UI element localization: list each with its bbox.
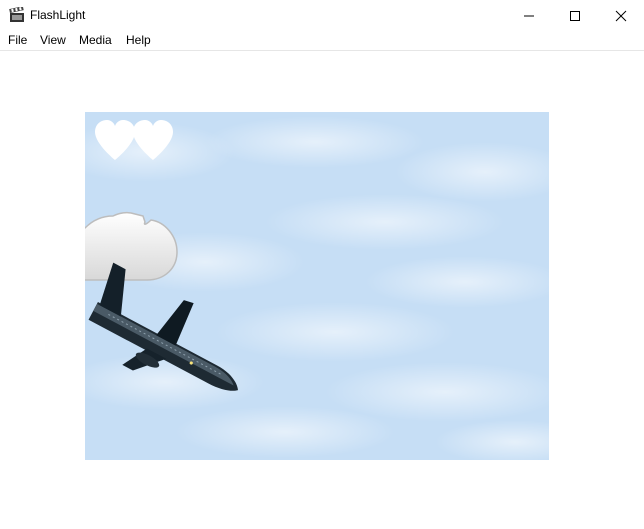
close-icon	[615, 10, 627, 21]
maximize-icon	[570, 10, 580, 21]
menu-view[interactable]: View	[40, 33, 66, 47]
game-canvas[interactable]	[85, 112, 549, 460]
menu-bar: File View Media Help	[0, 31, 644, 51]
title-bar: FlashLight	[0, 0, 644, 31]
maximize-button[interactable]	[552, 0, 598, 31]
close-button[interactable]	[598, 0, 644, 31]
menu-file[interactable]: File	[8, 33, 27, 47]
clapperboard-icon	[9, 6, 25, 23]
minimize-icon	[524, 15, 534, 16]
menu-help[interactable]: Help	[126, 33, 151, 47]
menu-media[interactable]: Media	[79, 33, 112, 47]
minimize-button[interactable]	[506, 0, 552, 31]
window-title: FlashLight	[30, 8, 86, 22]
